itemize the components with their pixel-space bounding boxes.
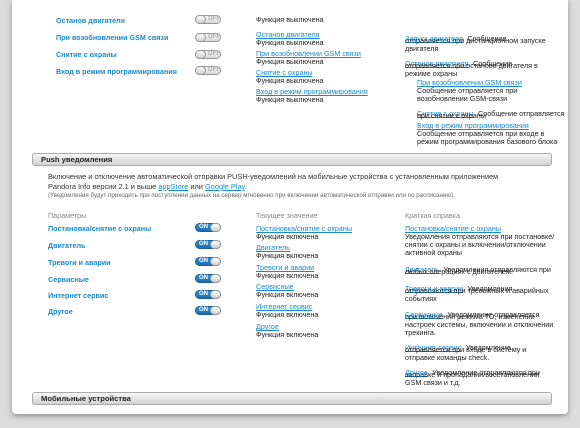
section-title: Мобильные устройства xyxy=(41,394,131,403)
help-text: возобновлении GSM-связи xyxy=(417,94,508,103)
section-title: Push уведомления xyxy=(41,155,113,164)
settings-page: Останов двигателя OFF При возобновлении … xyxy=(12,0,568,414)
current-status: Функция выключена xyxy=(256,57,324,66)
toggle-switch[interactable]: ON xyxy=(195,257,221,266)
toggle-switch[interactable]: OFF xyxy=(195,50,221,59)
help-text: GSM связи и т.д. xyxy=(405,378,461,387)
help-text: режиме охраны xyxy=(405,69,458,78)
help-text: любых операциях с двигателем. xyxy=(405,267,513,276)
push-section-header[interactable]: Push уведомления xyxy=(32,153,552,166)
toggle-switch[interactable]: ON xyxy=(195,223,221,232)
push-param-label: Тревоги и аварии xyxy=(48,258,111,267)
current-status: Функция выключена xyxy=(256,15,324,24)
help-text: отправке команды check. xyxy=(405,353,490,362)
push-param-label: Сервисные xyxy=(48,275,89,284)
push-param-label: Другое xyxy=(48,307,73,316)
help-text: событиях xyxy=(405,294,437,303)
param-label: Снятие с охраны xyxy=(56,50,117,59)
push-description: Включение и отключение автоматической от… xyxy=(48,172,499,181)
col-header-params: Параметры xyxy=(48,211,87,220)
push-param-label: Постановка/снятие с охраны xyxy=(48,224,152,233)
help-text: трекинга. xyxy=(405,328,436,337)
param-label: Останов двигателя xyxy=(56,16,125,25)
current-status: Функция включена xyxy=(256,232,319,241)
push-description-2: Pandora Info версии 2.1 и выше appStore … xyxy=(48,182,247,191)
toggle-switch[interactable]: ON xyxy=(195,240,221,249)
param-label: Вход в режим программирования xyxy=(56,67,177,76)
current-status: Функция включена xyxy=(256,310,319,319)
push-param-label: Интернет сервис xyxy=(48,291,109,300)
current-status: Функция включена xyxy=(256,271,319,280)
mobile-section-header[interactable]: Мобильные устройства xyxy=(32,392,552,405)
help-text: активной охраны xyxy=(405,248,462,257)
toggle-switch[interactable]: OFF xyxy=(195,66,221,75)
current-status: Функция выключена xyxy=(256,76,324,85)
help-text: двигателя xyxy=(405,44,439,53)
toggle-switch[interactable]: ON xyxy=(195,274,221,283)
current-status: Функция включена xyxy=(256,330,319,339)
appstore-link[interactable]: appStore xyxy=(158,182,188,191)
push-note: (Уведомления будут приходить при поступл… xyxy=(48,192,455,199)
help-text: режим программирования базового блока xyxy=(417,137,558,146)
googleplay-link[interactable]: Google Play xyxy=(205,182,245,191)
current-status: Функция включена xyxy=(256,290,319,299)
toggle-switch[interactable]: OFF xyxy=(195,15,221,24)
push-param-label: Двигатель xyxy=(48,241,86,250)
toggle-switch[interactable]: ON xyxy=(195,306,221,315)
toggle-switch[interactable]: ON xyxy=(195,290,221,299)
toggle-switch[interactable]: OFF xyxy=(195,33,221,42)
current-status: Функция выключена xyxy=(256,95,324,104)
current-status: Функция выключена xyxy=(256,38,324,47)
current-status: Функция включена xyxy=(256,251,319,260)
col-header-help: Краткая справка xyxy=(405,211,461,220)
param-label: При возобновлении GSM связи xyxy=(56,33,169,42)
help-text: при снятии с охраны xyxy=(417,111,486,120)
col-header-current: Текущее значение xyxy=(256,211,318,220)
